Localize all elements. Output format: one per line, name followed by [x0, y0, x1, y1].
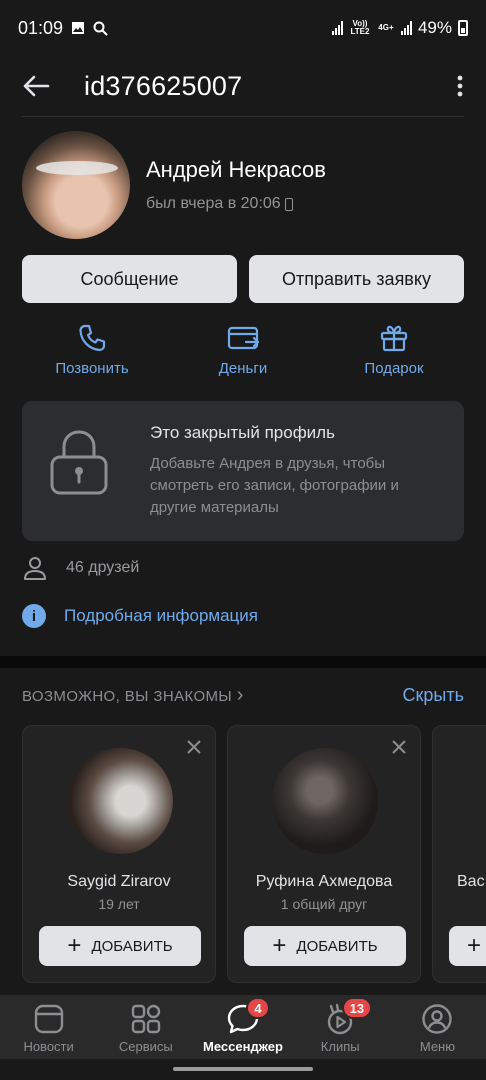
closed-profile-description: Добавьте Андрея в друзья, чтобы смотреть…: [150, 453, 399, 519]
lock-icon: [50, 430, 108, 495]
gift-label: Подарок: [364, 360, 424, 377]
avatar[interactable]: [22, 131, 130, 239]
tab-label: Сервисы: [118, 1039, 173, 1054]
suggestions-title[interactable]: ВОЗМОЖНО, ВЫ ЗНАКОМЫ ›: [22, 684, 244, 707]
search-icon: [93, 21, 108, 36]
network-label: Vo)) LTE2: [350, 19, 370, 36]
details-label: Подробная информация: [64, 606, 258, 625]
hide-suggestions-button[interactable]: Скрыть: [403, 685, 464, 706]
closed-profile-line: другие материалы: [150, 499, 279, 516]
signal-icon: [331, 21, 343, 35]
user-icon: [24, 557, 46, 580]
suggestion-subtitle: 19 лет: [98, 896, 140, 912]
tab-services[interactable]: Сервисы: [97, 995, 194, 1059]
suggestion-name: Вас: [457, 873, 485, 890]
closed-profile-title: Это закрытый профиль: [150, 423, 335, 442]
suggestions-carousel[interactable]: Saygid Zirarov 19 лет + ДОБАВИТЬ Руфина А…: [22, 725, 486, 983]
add-button-label: ДОБАВИТЬ: [91, 937, 173, 955]
message-button[interactable]: Сообщение: [22, 255, 237, 303]
gesture-bar: [0, 1059, 486, 1080]
clips-badge: 13: [341, 997, 373, 1019]
top-nav: id376625007: [0, 56, 486, 116]
mobile-icon: [284, 197, 293, 211]
tab-clips[interactable]: 13 Клипы: [292, 995, 389, 1059]
messenger-badge: 4: [246, 997, 270, 1019]
friends-count-row[interactable]: 46 друзей: [22, 555, 139, 581]
last-seen: был вчера в 20:06: [146, 195, 326, 213]
profile-buttons: Сообщение Отправить заявку: [22, 255, 464, 303]
closed-profile-card: Это закрытый профиль Добавьте Андрея в д…: [22, 401, 464, 541]
header-divider: [22, 116, 464, 117]
suggestion-name: Saygid Zirarov: [67, 873, 171, 890]
plus-icon: +: [67, 932, 82, 959]
page-title: id376625007: [84, 70, 243, 101]
tab-messenger[interactable]: 4 Мессенджер: [194, 995, 291, 1059]
tab-news[interactable]: Новости: [0, 995, 97, 1059]
gift-icon: [380, 325, 408, 352]
add-button[interactable]: + ДОБАВИТЬ: [244, 926, 406, 966]
menu-profile-icon: [422, 1004, 453, 1034]
money-label: Деньги: [218, 360, 268, 377]
suggestion-name: Руфина Ахмедова: [255, 873, 393, 890]
status-time: 01:09: [18, 17, 64, 38]
close-icon[interactable]: [187, 740, 201, 754]
add-button-label: ДОБАВИТЬ: [296, 937, 378, 955]
suggestion-card[interactable]: Saygid Zirarov 19 лет + ДОБАВИТЬ: [22, 725, 216, 983]
image-icon: [72, 22, 85, 34]
status-bar: 01:09 Vo)) LTE2 4G+ 49%: [0, 0, 486, 56]
details-link[interactable]: i Подробная информация: [22, 604, 258, 628]
phone-icon: [79, 324, 106, 352]
profile-name: Андрей Некрасов: [146, 157, 326, 182]
plus-icon: +: [467, 932, 482, 959]
home-indicator[interactable]: [173, 1067, 313, 1071]
last-seen-text: был вчера в 20:06: [146, 195, 281, 212]
tab-label: Меню: [419, 1039, 455, 1054]
battery-icon: [458, 20, 468, 36]
suggestion-card[interactable]: Руфина Ахмедова 1 общий друг + ДОБАВИТЬ: [227, 725, 421, 983]
add-button[interactable]: +: [449, 926, 486, 966]
closed-profile-line: смотреть его записи, фотографии и: [150, 477, 399, 494]
suggestion-card[interactable]: Вас +: [432, 725, 486, 983]
arrow-left-icon[interactable]: [22, 74, 50, 98]
closed-profile-line: Добавьте Андрея в друзья, чтобы: [150, 455, 386, 472]
friends-count: 46 друзей: [66, 559, 140, 576]
battery-percent: 49%: [417, 18, 452, 37]
news-icon: [34, 1004, 63, 1034]
money-transfer-icon: [227, 326, 260, 350]
tab-label: Мессенджер: [203, 1039, 283, 1054]
network-type: 4G+: [378, 23, 394, 32]
signal-icon: [400, 21, 412, 35]
bottom-tab-bar: Новости Сервисы 4 Мессенджер 13 Клипы Ме…: [0, 995, 486, 1059]
section-separator: [0, 656, 486, 668]
call-action[interactable]: Позвонить: [22, 322, 162, 377]
close-icon[interactable]: [392, 740, 406, 754]
add-friend-button[interactable]: Отправить заявку: [249, 255, 464, 303]
info-icon: i: [22, 604, 46, 628]
services-icon: [131, 1004, 160, 1034]
add-button[interactable]: + ДОБАВИТЬ: [39, 926, 201, 966]
avatar[interactable]: [67, 748, 173, 854]
money-action[interactable]: Деньги: [173, 322, 313, 377]
tab-menu[interactable]: Меню: [389, 995, 486, 1059]
gift-action[interactable]: Подарок: [324, 322, 464, 377]
tab-label: Новости: [23, 1039, 74, 1054]
suggestions-header: ВОЗМОЖНО, ВЫ ЗНАКОМЫ › Скрыть: [22, 684, 464, 707]
chevron-right-icon: ›: [236, 684, 244, 706]
suggestion-subtitle: 1 общий друг: [280, 896, 368, 912]
plus-icon: +: [272, 932, 287, 959]
call-label: Позвонить: [55, 360, 129, 377]
avatar[interactable]: [272, 748, 378, 854]
tab-label: Клипы: [320, 1039, 360, 1054]
quick-actions: Позвонить Деньги Подарок: [22, 322, 464, 377]
more-vertical-icon[interactable]: [456, 74, 464, 98]
suggestions-title-text: ВОЗМОЖНО, ВЫ ЗНАКОМЫ: [22, 688, 233, 705]
profile-header: Андрей Некрасов был вчера в 20:06: [22, 130, 464, 240]
